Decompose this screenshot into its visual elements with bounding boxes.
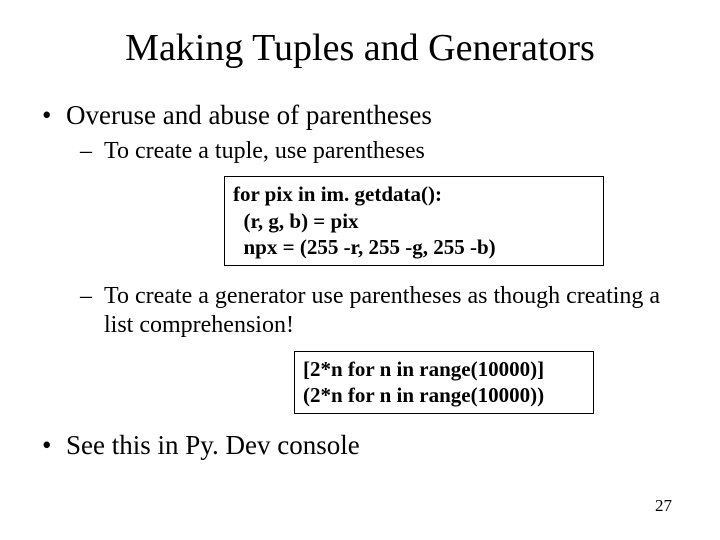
slide-title: Making Tuples and Generators: [40, 26, 680, 70]
bullet-1-sub-2: To create a generator use parentheses as…: [80, 282, 680, 414]
bullet-1-sub-1-text: To create a tuple, use parentheses: [104, 138, 425, 164]
bullet-1: Overuse and abuse of parentheses To crea…: [40, 100, 680, 414]
bullet-1-text: Overuse and abuse of parentheses: [66, 100, 432, 130]
code-block-tuple: for pix in im. getdata(): (r, g, b) = pi…: [224, 176, 604, 266]
slide: Making Tuples and Generators Overuse and…: [0, 0, 720, 540]
bullet-1-sub-1: To create a tuple, use parentheses for p…: [80, 137, 680, 266]
bullet-list: Overuse and abuse of parentheses To crea…: [40, 100, 680, 461]
page-number: 27: [655, 496, 672, 516]
bullet-2: See this in Py. Dev console: [40, 430, 680, 461]
bullet-1-sub-2-text: To create a generator use parentheses as…: [104, 283, 660, 338]
bullet-2-text: See this in Py. Dev console: [66, 430, 360, 460]
code-block-generator: [2*n for n in range(10000)] (2*n for n i…: [294, 351, 594, 415]
bullet-1-sublist: To create a tuple, use parentheses for p…: [80, 137, 680, 414]
